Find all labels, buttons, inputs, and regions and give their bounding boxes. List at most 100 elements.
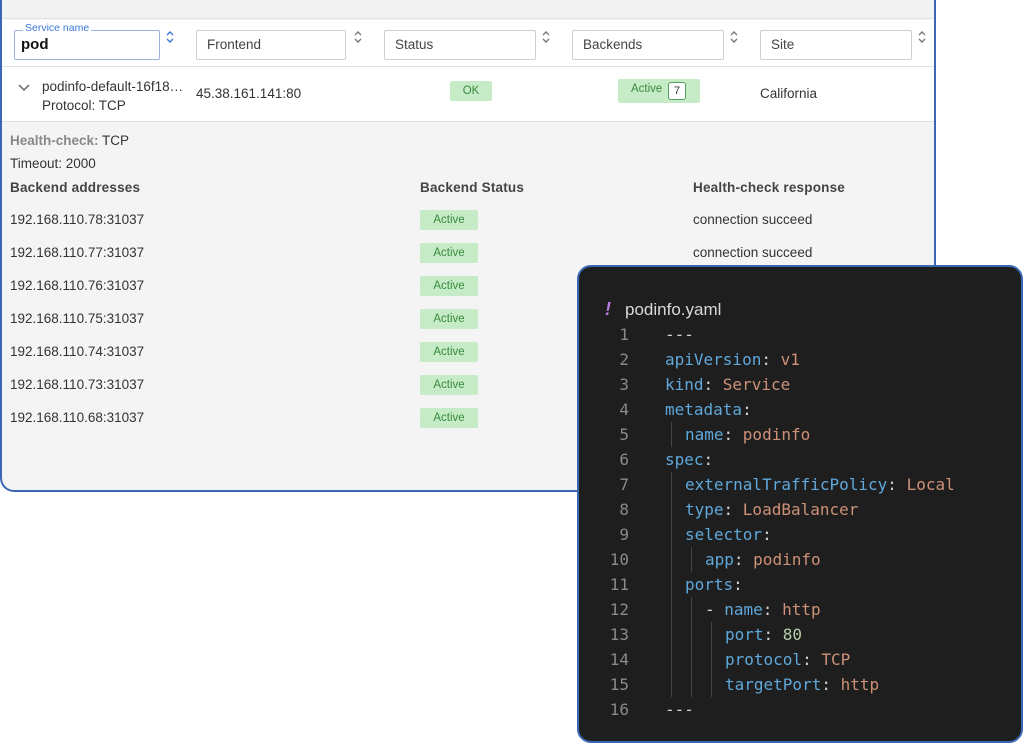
yaml-value: podinfo (753, 550, 821, 569)
backend-address: 192.168.110.78:31037 (10, 212, 145, 227)
line-number: 10 (609, 550, 629, 569)
yaml-separator: : (887, 475, 907, 494)
code-line: 13 port: 80 (579, 622, 1021, 647)
indent-guide (671, 472, 672, 697)
line-number: 13 (609, 625, 629, 644)
yaml-editor: ! podinfo.yaml 1 --- 2 apiVersion: v1 3 kind:… (577, 265, 1023, 743)
line-number: 12 (609, 600, 629, 619)
sort-site-icon[interactable] (917, 29, 927, 45)
service-name-input[interactable]: Service name pod (14, 22, 160, 60)
filter-row: Service name pod Frontend Status Backend… (2, 20, 934, 67)
yaml-key: apiVersion (665, 350, 762, 369)
healthcheck-info: Health-check: TCP (10, 133, 129, 148)
sort-status-icon[interactable] (541, 29, 551, 45)
list-dash: - (705, 600, 725, 619)
backends-label: Backends (583, 37, 643, 52)
yaml-value: http (840, 675, 880, 694)
yaml-key: targetPort (725, 675, 822, 694)
yaml-key: ports (685, 575, 734, 594)
line-number: 7 (619, 475, 629, 494)
backend-address: 192.168.110.77:31037 (10, 245, 145, 260)
line-number: 14 (609, 650, 629, 669)
backend-status-badge: Active (420, 375, 478, 395)
yaml-separator: : (723, 425, 743, 444)
backend-address: 192.168.110.75:31037 (10, 311, 145, 326)
line-number: 1 (619, 325, 629, 344)
yaml-value: LoadBalancer (742, 500, 859, 519)
service-row[interactable]: podinfo-default-16f18… Protocol: TCP 45.… (2, 67, 934, 122)
yaml-separator: : (703, 375, 723, 394)
indent-guide (711, 622, 712, 697)
code-text: type: LoadBalancer (685, 497, 858, 522)
code-text: externalTrafficPolicy: Local (685, 472, 955, 497)
indent-guide (691, 547, 692, 572)
code-line: 4 metadata: (579, 397, 1021, 422)
healthcheck-response: connection succeed (693, 245, 813, 260)
status-badge: OK (450, 81, 492, 101)
code-text: --- (665, 697, 694, 722)
status-filter[interactable]: Status (384, 30, 536, 60)
code-text: targetPort: http (725, 672, 879, 697)
healthcheck-value: TCP (102, 133, 130, 148)
yaml-value: Local (906, 475, 955, 494)
yaml-key: selector (685, 525, 763, 544)
yaml-value: TCP (821, 650, 851, 669)
yaml-separator: : (723, 500, 743, 519)
yaml-value: v1 (780, 350, 800, 369)
code-line: 16 --- (579, 697, 1021, 722)
collapse-chevron-icon[interactable] (16, 79, 32, 95)
frontend-filter[interactable]: Frontend (196, 30, 346, 60)
backend-status-badge: Active (420, 309, 478, 329)
yaml-separator: : (763, 625, 783, 644)
backend-status-badge: Active (420, 408, 478, 428)
backend-address: 192.168.110.74:31037 (10, 344, 145, 359)
line-number: 15 (609, 675, 629, 694)
yaml-key: app (705, 550, 734, 569)
yaml-key: kind (665, 375, 704, 394)
yaml-key: name (685, 425, 724, 444)
code-text: apiVersion: v1 (665, 347, 800, 372)
status-label: Status (395, 37, 434, 52)
yaml-separator: : (762, 600, 783, 619)
panel-top-bar (2, 0, 934, 19)
backend-address: 192.168.110.73:31037 (10, 377, 145, 392)
code-line: 7 externalTrafficPolicy: Local (579, 472, 1021, 497)
line-number: 6 (619, 450, 629, 469)
sort-service-name-icon[interactable] (165, 29, 175, 45)
code-line: 1 --- (579, 322, 1021, 347)
line-number: 9 (619, 525, 629, 544)
code-text: app: podinfo (705, 547, 821, 572)
sort-frontend-icon[interactable] (353, 29, 363, 45)
yaml-separator: : (703, 450, 714, 469)
code-text: port: 80 (725, 622, 802, 647)
yaml-key: metadata (665, 400, 743, 419)
backends-filter[interactable]: Backends (572, 30, 724, 60)
yaml-separator: : (821, 675, 841, 694)
healthcheck-key: Health-check: (10, 133, 99, 148)
yaml-separator: : (762, 525, 772, 544)
backend-status-badge: Active (420, 276, 478, 296)
yaml-value: http (782, 600, 821, 619)
yaml-key: port (725, 625, 764, 644)
service-cell: podinfo-default-16f18… Protocol: TCP (42, 77, 183, 115)
col-healthcheck-response: Health-check response (693, 180, 846, 195)
yaml-file-icon: ! (605, 299, 611, 319)
site-value: California (760, 86, 818, 101)
line-number: 5 (619, 425, 629, 444)
sort-backends-icon[interactable] (729, 29, 739, 45)
code-text: kind: Service (665, 372, 790, 397)
code-line: 9 selector: (579, 522, 1021, 547)
code-line: 11 ports: (579, 572, 1021, 597)
code-text: spec: (665, 447, 713, 472)
yaml-key: externalTrafficPolicy (685, 475, 888, 494)
yaml-separator: : (802, 650, 822, 669)
indent-guide (671, 422, 672, 447)
yaml-key: protocol (725, 650, 803, 669)
line-number: 8 (619, 500, 629, 519)
yaml-value: 80 (782, 625, 803, 644)
site-filter[interactable]: Site (760, 30, 912, 60)
yaml-value: podinfo (742, 425, 811, 444)
code-text: ports: (685, 572, 743, 597)
yaml-value: --- (665, 700, 694, 719)
indent-guide (691, 597, 692, 697)
